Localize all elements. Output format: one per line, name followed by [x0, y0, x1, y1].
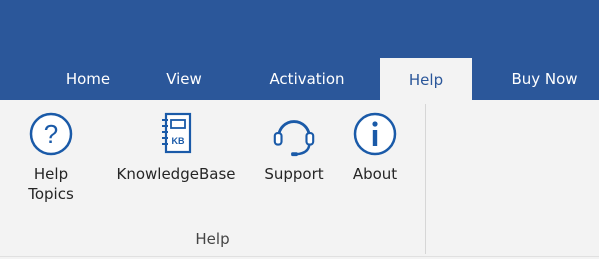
tab-buy-now[interactable]: Buy Now [490, 58, 599, 100]
tab-activation[interactable]: Activation [242, 58, 372, 100]
tab-help-label: Help [408, 70, 444, 89]
question-mark-icon: ? [27, 110, 75, 158]
about-button[interactable]: About [343, 110, 407, 184]
help-topics-button[interactable]: ? Help Topics [26, 110, 76, 204]
tab-buy-now-label: Buy Now [511, 70, 578, 88]
ribbon-bottom-border [0, 256, 599, 257]
support-label: Support [264, 165, 324, 183]
tab-help[interactable]: Help [380, 58, 472, 101]
kb-badge: KB [172, 136, 185, 146]
info-icon [351, 110, 399, 158]
ribbon-group-separator [425, 104, 426, 254]
tab-activation-label: Activation [269, 70, 345, 88]
knowledgebase-label: KnowledgeBase [116, 165, 236, 183]
ribbon-tab-strip: Home View Activation Help Buy Now [0, 58, 599, 101]
ribbon-group-label-help: Help [195, 230, 230, 248]
title-bar [0, 0, 599, 58]
help-topics-label: Help Topics [28, 165, 74, 203]
knowledgebase-button[interactable]: KB KnowledgeBase [98, 110, 254, 184]
about-label: About [352, 165, 398, 183]
tab-home[interactable]: Home [44, 58, 132, 100]
tab-home-label: Home [65, 70, 111, 88]
svg-text:?: ? [44, 119, 58, 149]
knowledgebase-notebook-icon: KB [152, 110, 200, 158]
tab-view-label: View [166, 70, 202, 88]
tab-view[interactable]: View [140, 58, 228, 100]
support-button[interactable]: Support [254, 110, 334, 184]
headset-icon [270, 110, 318, 158]
